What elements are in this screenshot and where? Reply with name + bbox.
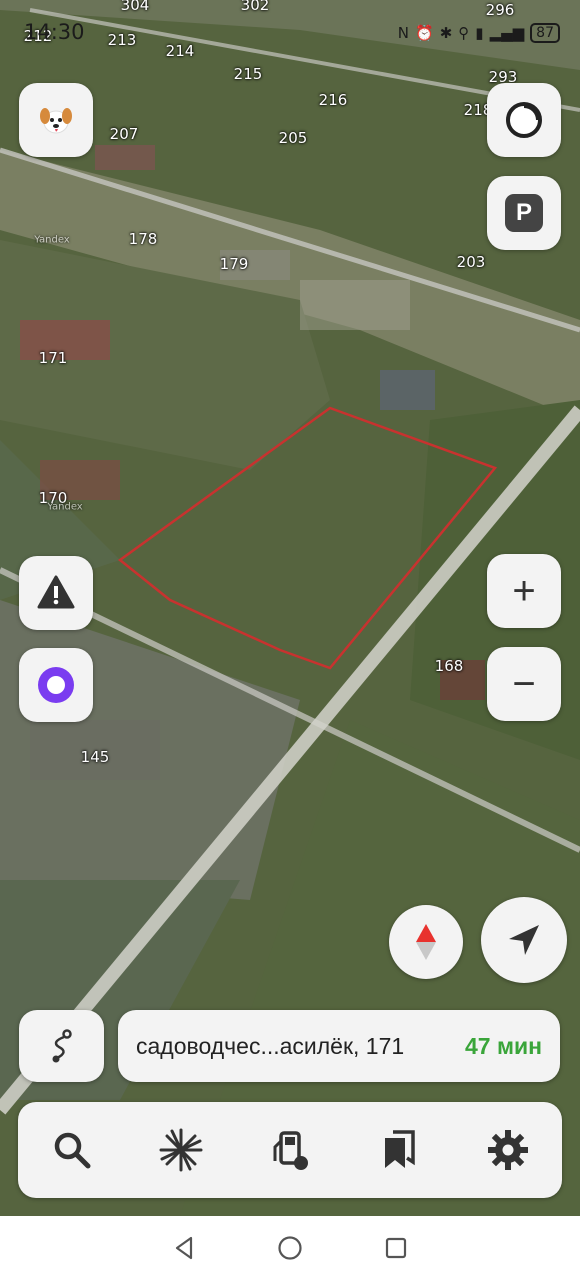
map-label: 205 — [278, 129, 308, 147]
route-destination-bar[interactable]: садоводчес...асилёк, 171 47 мин — [118, 1010, 560, 1082]
bluetooth-icon: ✱ — [439, 24, 453, 42]
signal-icon: ▂▄▆ — [489, 24, 525, 42]
back-icon[interactable] — [171, 1235, 197, 1261]
fuel-icon — [273, 1131, 308, 1170]
location-arrow-icon — [509, 925, 539, 955]
map-label: 296 — [485, 1, 515, 19]
profile-button[interactable] — [19, 83, 93, 157]
map-label: 168 — [434, 657, 464, 675]
parking-button[interactable]: P — [487, 176, 561, 250]
recents-icon[interactable] — [383, 1235, 409, 1261]
zoom-in-button[interactable]: + — [487, 554, 561, 628]
map-label: 171 — [38, 349, 68, 367]
my-location-button[interactable] — [481, 897, 567, 983]
warning-icon — [37, 575, 75, 609]
plus-icon: + — [512, 569, 536, 613]
bookmarks-button[interactable] — [369, 1120, 429, 1180]
system-nav-bar — [0, 1216, 580, 1280]
report-incident-button[interactable] — [19, 556, 93, 630]
settings-button[interactable] — [478, 1120, 538, 1180]
alarm-icon: ⏰ — [415, 24, 434, 42]
route-destination: садоводчес...асилёк, 171 — [136, 1032, 405, 1059]
map-label: 216 — [318, 91, 348, 109]
route-icon — [52, 1029, 72, 1063]
discover-button[interactable] — [151, 1120, 211, 1180]
nfc-icon: N — [397, 24, 410, 42]
map-label: 203 — [456, 253, 486, 271]
zoom-out-button[interactable]: − — [487, 647, 561, 721]
map-label: 304 — [120, 0, 150, 14]
discover-icon — [159, 1128, 203, 1172]
map-label: 178 — [128, 230, 158, 248]
bottom-toolbar — [18, 1102, 562, 1198]
status-icons: N ⏰ ✱ ⚲ ▮ ▂▄▆ 87 — [398, 23, 560, 43]
layers-button[interactable] — [487, 83, 561, 157]
map-watermark: Yandex — [34, 234, 70, 246]
search-icon — [55, 1132, 91, 1169]
compass-icon — [416, 924, 436, 960]
status-bar: 14:30 N ⏰ ✱ ⚲ ▮ ▂▄▆ 87 — [0, 20, 580, 48]
map-label: 215 — [233, 65, 263, 83]
gear-icon — [487, 1130, 528, 1170]
sim-icon: ▮ — [475, 24, 484, 42]
map-label: 179 — [219, 255, 249, 273]
alice-icon — [38, 667, 74, 703]
bookmarks-icon — [384, 1130, 415, 1168]
map-label: 302 — [240, 0, 270, 14]
map-watermark: Yandex — [47, 501, 83, 513]
status-time: 14:30 — [24, 20, 85, 44]
battery-indicator: 87 — [530, 23, 560, 43]
home-icon[interactable] — [277, 1235, 303, 1261]
map-label: 145 — [80, 748, 110, 766]
alice-assistant-button[interactable] — [19, 648, 93, 722]
layers-icon — [506, 102, 542, 138]
route-duration: 47 мин — [464, 1032, 542, 1059]
compass-button[interactable] — [389, 905, 463, 979]
fuel-button[interactable] — [260, 1120, 320, 1180]
location-icon: ⚲ — [458, 24, 470, 42]
minus-icon: − — [512, 662, 536, 706]
route-button[interactable] — [19, 1010, 104, 1082]
search-button[interactable] — [42, 1120, 102, 1180]
dog-avatar-icon — [40, 108, 72, 134]
parking-icon: P — [505, 194, 543, 232]
map-label: 207 — [109, 125, 139, 143]
